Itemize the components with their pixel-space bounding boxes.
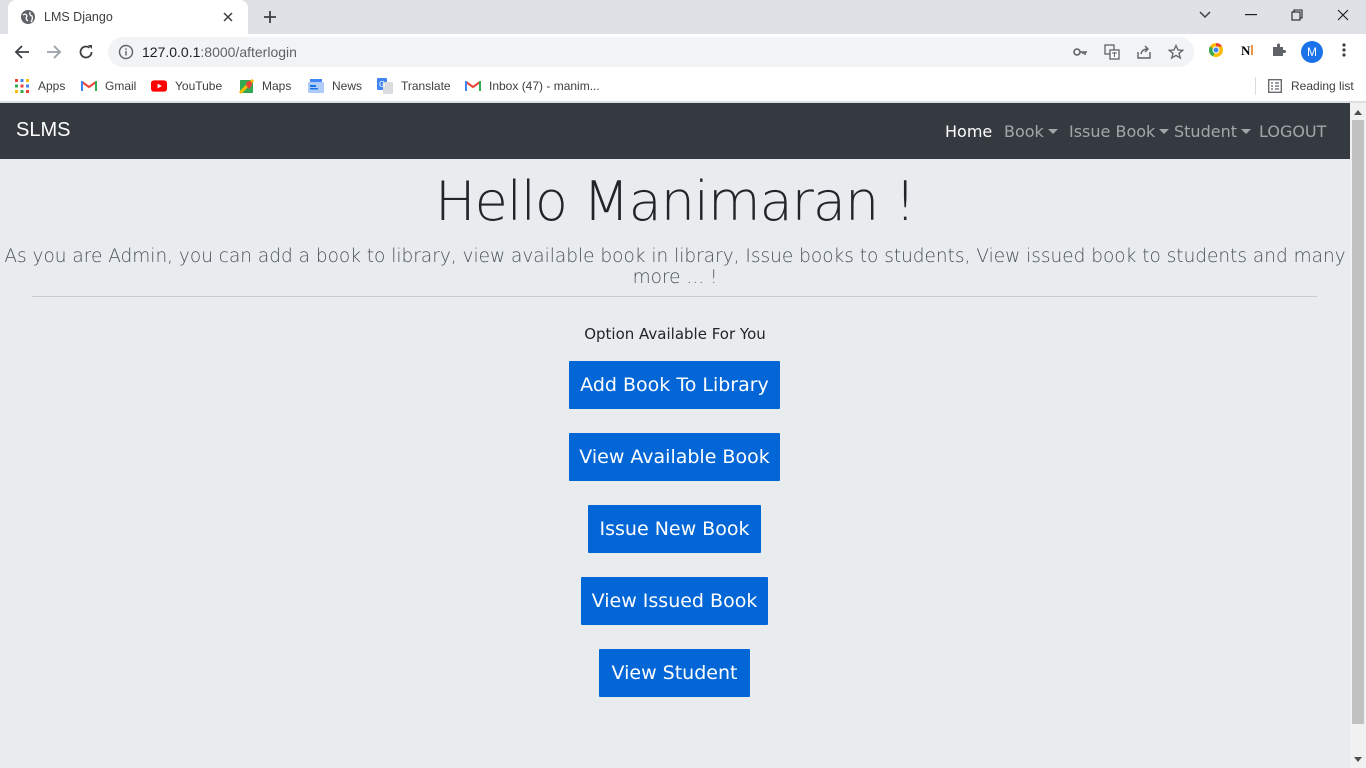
scrollbar-thumb[interactable] — [1352, 120, 1364, 724]
tab-search-icon[interactable] — [1193, 5, 1217, 25]
page-viewport: SLMS Home Book Issue Book Student LOGOUT… — [0, 103, 1350, 768]
page-scrollbar[interactable] — [1350, 103, 1366, 768]
bookmark-label: Maps — [262, 79, 292, 93]
scroll-up-arrow-icon[interactable] — [1350, 105, 1366, 119]
bookmark-maps[interactable]: Maps — [238, 77, 291, 95]
reading-list-icon — [1267, 78, 1283, 94]
add-book-button[interactable]: Add Book To Library — [569, 361, 780, 409]
share-icon[interactable] — [1136, 44, 1152, 60]
hero-description: As you are Admin, you can add a book to … — [4, 246, 1346, 288]
issue-new-book-button[interactable]: Issue New Book — [588, 505, 761, 553]
back-icon[interactable] — [10, 40, 34, 64]
brand-logo[interactable]: SLMS — [16, 119, 70, 142]
forward-icon[interactable] — [42, 40, 66, 64]
nav-book-label: Book — [1004, 122, 1044, 141]
nav-home[interactable]: Home — [945, 122, 992, 141]
news-icon — [308, 78, 324, 94]
bookmark-label: Inbox (47) - manim... — [489, 79, 600, 93]
site-navbar: SLMS Home Book Issue Book Student LOGOUT — [0, 103, 1350, 159]
view-issued-book-button[interactable]: View Issued Book — [581, 577, 768, 625]
nav-student-label: Student — [1174, 122, 1237, 141]
key-icon[interactable] — [1072, 44, 1088, 60]
reload-icon[interactable] — [74, 40, 98, 64]
page-title: Hello Manimaran ! — [435, 170, 916, 233]
nav-logout[interactable]: LOGOUT — [1259, 122, 1326, 141]
url-host: 127.0.0.1 — [142, 44, 201, 60]
gmail-icon — [81, 78, 97, 94]
translate-page-icon[interactable] — [1104, 44, 1120, 60]
bookmarks-bar: Apps Gmail YouTube Maps News G Translate — [0, 70, 1366, 102]
profile-avatar[interactable]: M — [1301, 41, 1323, 63]
bookmark-label: YouTube — [175, 79, 223, 93]
caret-down-icon — [1159, 129, 1170, 134]
browser-tab[interactable]: LMS Django — [8, 0, 248, 34]
bookmark-inbox[interactable]: Inbox (47) - manim... — [465, 77, 600, 95]
gmail-icon — [465, 78, 481, 94]
options-heading: Option Available For You — [584, 325, 766, 343]
site-info-icon[interactable] — [118, 44, 134, 60]
maps-icon — [238, 78, 254, 94]
globe-icon — [20, 9, 36, 25]
browser-toolbar: 127.0.0.1:8000/afterlogin — [0, 34, 1366, 70]
nav-issue-book-dropdown[interactable]: Issue Book — [1069, 122, 1170, 141]
restore-icon[interactable] — [1285, 5, 1309, 25]
bookmark-label: News — [332, 79, 363, 93]
caret-down-icon — [1240, 129, 1251, 134]
bookmark-label: Apps — [38, 79, 66, 93]
divider — [32, 296, 1317, 297]
extensions-puzzle-icon[interactable] — [1270, 41, 1288, 59]
minimize-icon[interactable] — [1239, 5, 1263, 25]
url-path: :8000/afterlogin — [200, 44, 297, 60]
translate-icon: G — [377, 78, 393, 94]
new-tab-icon[interactable] — [260, 7, 280, 27]
address-bar[interactable]: 127.0.0.1:8000/afterlogin — [108, 37, 1194, 67]
bookmark-news[interactable]: News — [308, 77, 362, 95]
bookmark-label: Gmail — [105, 79, 137, 93]
svg-text:N: N — [1241, 43, 1251, 58]
caret-down-icon — [1047, 129, 1058, 134]
bookmark-translate[interactable]: G Translate — [377, 77, 451, 95]
nav-book-dropdown[interactable]: Book — [1004, 122, 1058, 141]
more-menu-icon[interactable] — [1335, 41, 1353, 59]
youtube-icon — [151, 78, 167, 94]
apps-grid-icon — [14, 78, 30, 94]
notion-extension-icon[interactable]: N — [1238, 41, 1256, 59]
close-window-icon[interactable] — [1331, 5, 1355, 25]
nav-issue-book-label: Issue Book — [1069, 122, 1156, 141]
view-student-button[interactable]: View Student — [599, 649, 750, 697]
close-tab-icon[interactable] — [220, 9, 236, 25]
bookmarks-divider — [1255, 77, 1256, 95]
bookmark-youtube[interactable]: YouTube — [151, 77, 222, 95]
url-text: 127.0.0.1:8000/afterlogin — [142, 44, 297, 60]
tab-strip: LMS Django — [0, 0, 1366, 34]
bookmark-apps[interactable]: Apps — [14, 77, 65, 95]
chrome-extension-icon[interactable] — [1207, 41, 1225, 59]
reading-list-button[interactable]: Reading list — [1267, 77, 1354, 95]
tab-title: LMS Django — [44, 10, 113, 24]
bookmark-label: Translate — [401, 79, 451, 93]
svg-text:G: G — [379, 80, 385, 89]
reading-list-label: Reading list — [1291, 79, 1354, 93]
bookmark-gmail[interactable]: Gmail — [81, 77, 136, 95]
scroll-down-arrow-icon[interactable] — [1350, 752, 1366, 766]
bookmark-star-icon[interactable] — [1168, 44, 1184, 60]
view-available-book-button[interactable]: View Available Book — [569, 433, 780, 481]
nav-student-dropdown[interactable]: Student — [1174, 122, 1251, 141]
